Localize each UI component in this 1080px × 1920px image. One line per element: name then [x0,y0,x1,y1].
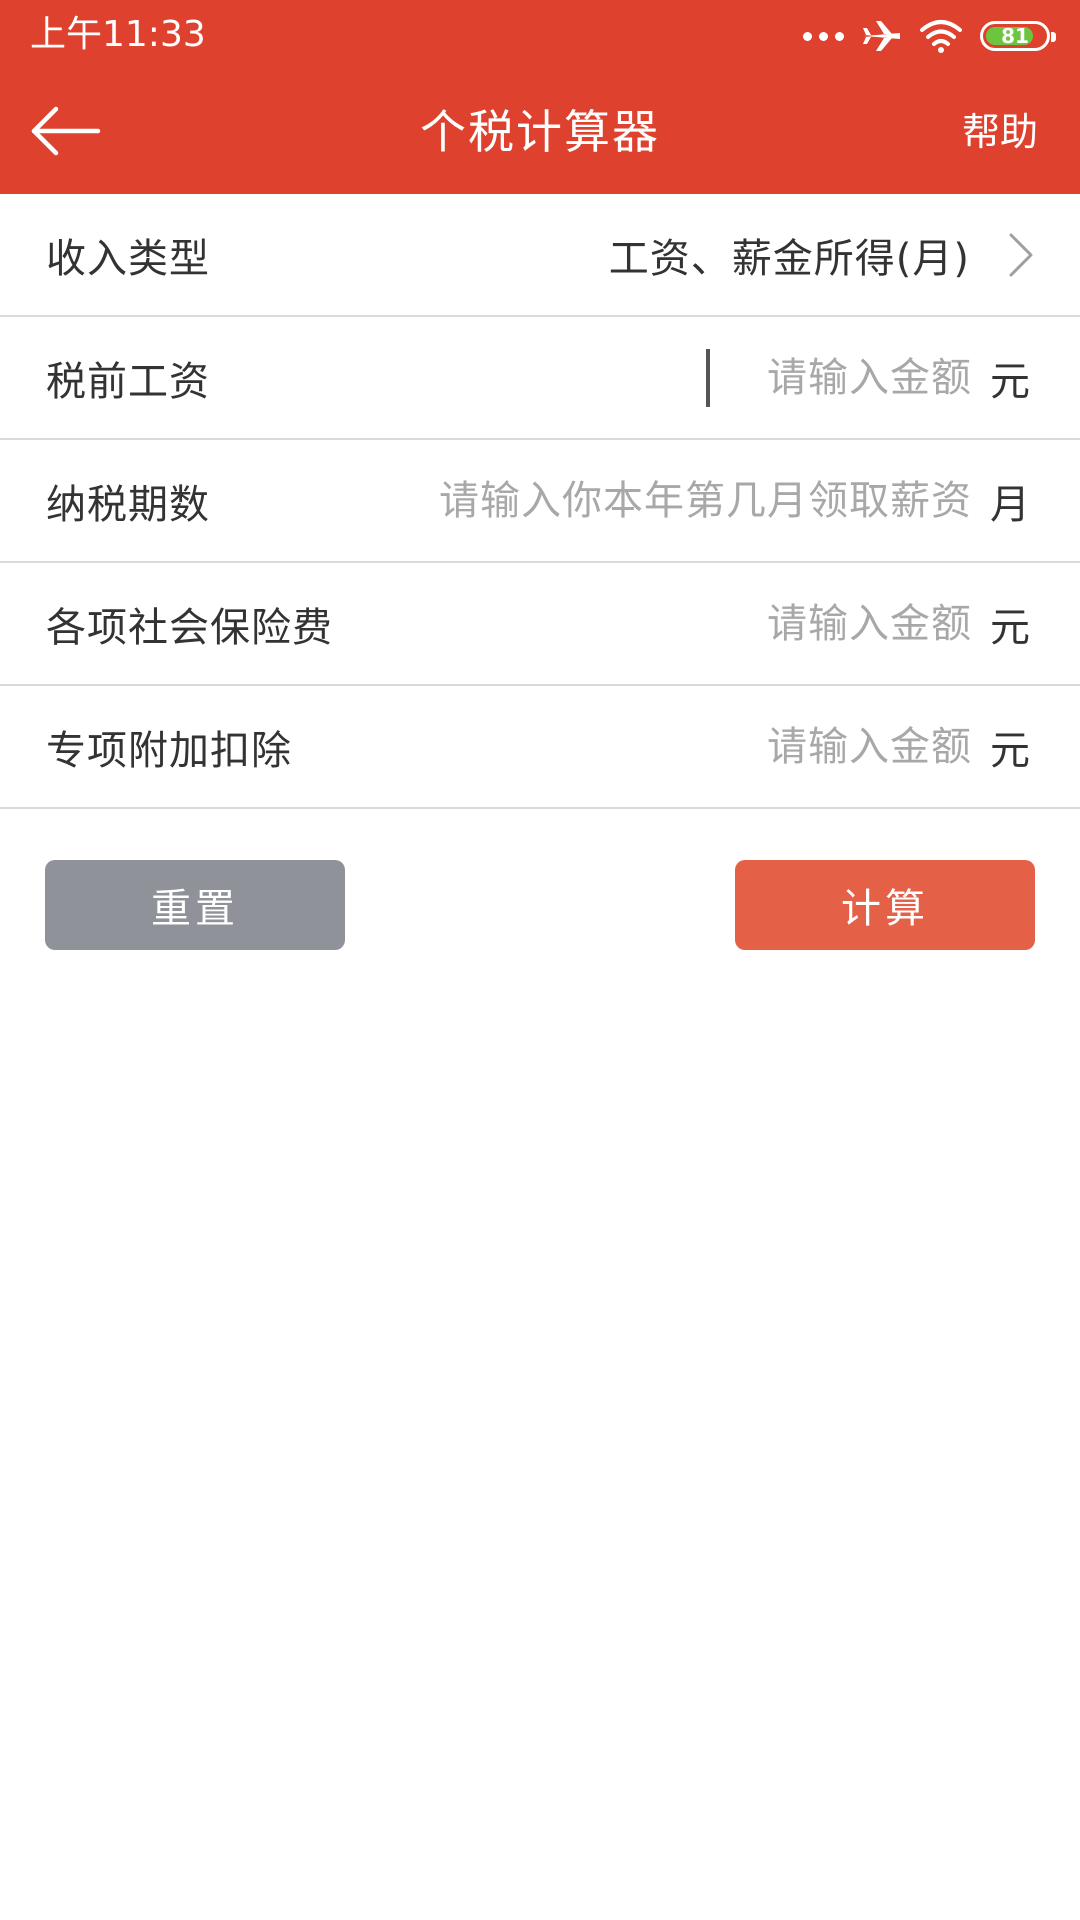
reset-button[interactable]: 重置 [45,860,345,950]
special-deduction-input-wrap: 元 [292,718,1034,776]
calculate-button[interactable]: 计算 [735,860,1035,950]
income-type-label: 收入类型 [46,235,210,282]
social-insurance-unit: 元 [990,604,1030,651]
status-bar: 上午11:33 81 [0,0,1080,70]
tax-period-input[interactable] [352,477,972,524]
text-cursor [706,348,710,407]
pre-tax-salary-row: 税前工资 元 [0,317,1080,440]
income-type-row[interactable]: 收入类型 工资、薪金所得(月) [0,194,1080,317]
chevron-right-icon [1008,232,1034,278]
tax-period-unit: 月 [990,481,1030,528]
tax-period-label: 纳税期数 [46,481,210,528]
tax-form: 收入类型 工资、薪金所得(月) 税前工资 元 纳税期数 月 各项社会保险费 [0,194,1080,809]
pre-tax-salary-input[interactable] [712,354,972,401]
income-type-value: 工资、薪金所得(月) [608,235,970,282]
status-time: 上午11:33 [30,14,206,55]
more-dots-icon [803,31,844,41]
battery-level: 81 [1001,24,1029,48]
help-button[interactable]: 帮助 [962,70,1038,194]
wifi-icon [920,20,962,53]
action-buttons: 重置 计算 [0,860,1080,952]
social-insurance-row: 各项社会保险费 元 [0,563,1080,686]
special-deduction-input[interactable] [712,723,972,770]
income-type-value-wrap: 工资、薪金所得(月) [210,226,1034,284]
back-button[interactable] [30,96,120,166]
social-insurance-input[interactable] [712,600,972,647]
tax-period-input-wrap: 月 [210,472,1034,530]
special-deduction-row: 专项附加扣除 元 [0,686,1080,809]
special-deduction-unit: 元 [990,727,1030,774]
tax-period-row: 纳税期数 月 [0,440,1080,563]
special-deduction-label: 专项附加扣除 [46,727,292,774]
pre-tax-salary-label: 税前工资 [46,358,210,405]
nav-bar: 个税计算器 帮助 [0,70,1080,194]
status-icons: 81 [803,14,1056,58]
app-header: 上午11:33 81 个税计算器 帮助 [0,0,1080,194]
social-insurance-input-wrap: 元 [333,595,1034,653]
social-insurance-label: 各项社会保险费 [46,604,333,651]
pre-tax-salary-input-wrap: 元 [210,348,1034,407]
battery-icon: 81 [980,21,1056,51]
page-title: 个税计算器 [420,105,660,159]
pre-tax-salary-unit: 元 [990,358,1030,405]
back-arrow-icon [31,106,101,156]
airplane-mode-icon [863,21,900,51]
